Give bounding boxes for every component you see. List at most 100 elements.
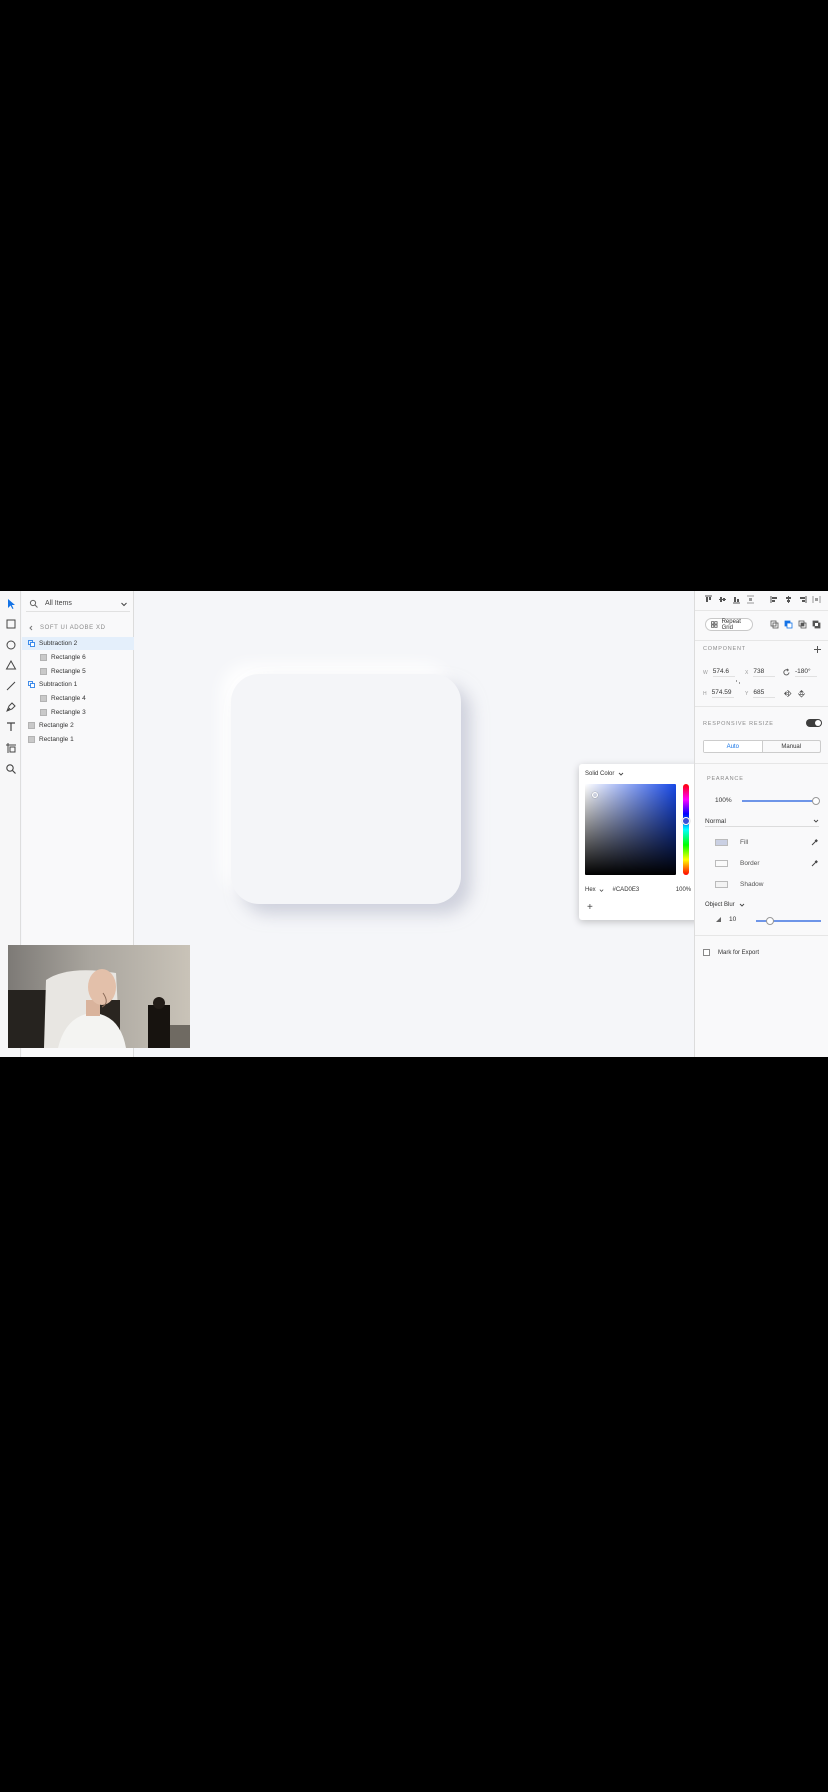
boolean-subtract-icon[interactable] [784, 620, 793, 629]
responsive-resize-toggle[interactable] [806, 719, 822, 727]
soft-ui-card-shape[interactable] [231, 674, 461, 904]
align-top-icon[interactable] [704, 595, 713, 604]
blend-mode-value: Normal [705, 817, 726, 825]
y-value[interactable]: 685 [753, 689, 776, 698]
artboard-tool-icon[interactable] [3, 740, 18, 755]
chevron-down-icon[interactable] [120, 600, 128, 608]
rectangle-tool-icon[interactable] [3, 616, 18, 631]
layer-row[interactable]: Rectangle 5 [22, 665, 134, 678]
blur-slider[interactable] [756, 917, 821, 925]
align-left-icon[interactable] [770, 595, 779, 604]
x-label: X [745, 669, 749, 676]
polygon-tool-icon[interactable] [3, 657, 18, 672]
color-type-dropdown[interactable]: Solid Color [585, 771, 624, 777]
repeat-grid-button[interactable]: Repeat Grid [705, 618, 753, 631]
color-value-row: Hex #CAD0E3 100% [585, 885, 703, 895]
hue-slider[interactable] [682, 784, 690, 875]
hex-input[interactable]: #CAD0E3 [613, 887, 668, 893]
layer-row[interactable]: Rectangle 1 [22, 733, 134, 746]
opacity-slider-handle[interactable] [812, 797, 820, 805]
add-swatch-button[interactable]: + [587, 903, 593, 913]
blur-amount-value[interactable]: 10 [729, 916, 736, 923]
color-cursor[interactable] [592, 792, 598, 798]
layer-row[interactable]: Subtraction 1 [22, 678, 134, 691]
webcam-overlay [8, 945, 190, 1048]
align-center-icon[interactable] [784, 595, 793, 604]
chevron-down-icon [813, 819, 819, 823]
opacity-value[interactable]: 100% [715, 797, 732, 804]
rectangle-layer-icon [40, 654, 47, 661]
add-component-icon[interactable] [813, 645, 822, 654]
rotation-value[interactable]: -180° [795, 668, 817, 677]
xd-app: All Items SOFT UI ADOBE XD Subtraction 2… [0, 591, 828, 1057]
divider [695, 935, 828, 936]
fill-row: Fill [705, 837, 821, 847]
border-label: Border [740, 859, 760, 867]
boolean-intersect-icon[interactable] [798, 620, 807, 629]
height-field[interactable]: H 574.59 [703, 689, 734, 698]
layers-search[interactable]: All Items [26, 596, 130, 612]
eyedropper-icon[interactable] [811, 838, 819, 846]
blur-slider-handle[interactable] [766, 917, 774, 925]
opacity-field[interactable]: 100% [715, 797, 732, 804]
mark-for-export-checkbox[interactable]: Mark for Export [703, 949, 759, 956]
select-tool-icon[interactable] [3, 596, 18, 611]
saturation-value-area[interactable] [585, 784, 676, 875]
webcam-presenter-image [8, 945, 190, 1048]
responsive-resize-title: RESPONSIVE RESIZE [703, 721, 774, 727]
color-type-label: Solid Color [585, 771, 615, 777]
layer-row[interactable]: Subtraction 2 [22, 637, 134, 650]
layer-label: Subtraction 2 [39, 640, 78, 647]
effect-dropdown[interactable]: Object Blur [705, 902, 745, 908]
width-value[interactable]: 574.6 [712, 668, 735, 677]
align-right-icon[interactable] [798, 595, 807, 604]
blend-mode-dropdown[interactable]: Normal [705, 816, 819, 827]
artboard-breadcrumb[interactable]: SOFT UI ADOBE XD [28, 625, 106, 631]
color-mode-dropdown[interactable]: Hex [585, 887, 613, 893]
hue-slider-handle[interactable] [682, 817, 690, 825]
search-filter-label: All Items [45, 600, 72, 607]
rectangle-layer-icon [40, 695, 47, 702]
divider [695, 706, 828, 707]
opacity-input[interactable]: 100% [668, 887, 691, 893]
layer-row[interactable]: Rectangle 4 [22, 692, 134, 705]
align-middle-icon[interactable] [718, 595, 727, 604]
manual-option[interactable]: Manual [763, 741, 821, 752]
export-checkbox-box[interactable] [703, 949, 710, 956]
back-arrow-icon[interactable] [28, 625, 34, 631]
layer-label: Rectangle 5 [51, 668, 86, 675]
fill-swatch[interactable] [715, 838, 728, 846]
boolean-exclude-icon[interactable] [812, 620, 821, 629]
pen-tool-icon[interactable] [3, 699, 18, 714]
zoom-tool-icon[interactable] [3, 761, 18, 776]
x-field[interactable]: X 738 [745, 668, 776, 677]
y-label: Y [745, 690, 749, 697]
lock-aspect-icon[interactable] [735, 679, 741, 685]
align-bottom-icon[interactable] [732, 595, 741, 604]
boolean-add-icon[interactable] [770, 620, 779, 629]
shadow-swatch[interactable] [715, 880, 728, 888]
distribute-horizontal-icon[interactable] [812, 595, 821, 604]
blur-amount-field[interactable]: 10 [729, 916, 736, 923]
layer-row[interactable]: Rectangle 3 [22, 706, 134, 719]
height-value[interactable]: 574.59 [711, 689, 734, 698]
flip-horizontal-icon[interactable] [783, 689, 792, 698]
text-tool-icon[interactable] [3, 719, 18, 734]
ellipse-tool-icon[interactable] [3, 637, 18, 652]
divider [695, 610, 828, 611]
resize-mode-segmented-control: Auto Manual [703, 740, 821, 753]
eyedropper-icon[interactable] [811, 859, 819, 867]
border-swatch[interactable] [715, 859, 728, 867]
x-value[interactable]: 738 [753, 668, 776, 677]
line-tool-icon[interactable] [3, 678, 18, 693]
distribute-vertical-icon[interactable] [746, 595, 755, 604]
layer-row[interactable]: Rectangle 2 [22, 719, 134, 732]
flip-vertical-icon[interactable] [797, 689, 806, 698]
auto-option[interactable]: Auto [704, 741, 763, 752]
rectangle-layer-icon [40, 709, 47, 716]
y-field[interactable]: Y 685 [745, 689, 776, 698]
width-field[interactable]: W 574.6 [703, 668, 735, 677]
rotation-field[interactable]: -180° [795, 668, 817, 677]
layer-row[interactable]: Rectangle 6 [22, 651, 134, 664]
opacity-slider[interactable] [742, 797, 820, 805]
